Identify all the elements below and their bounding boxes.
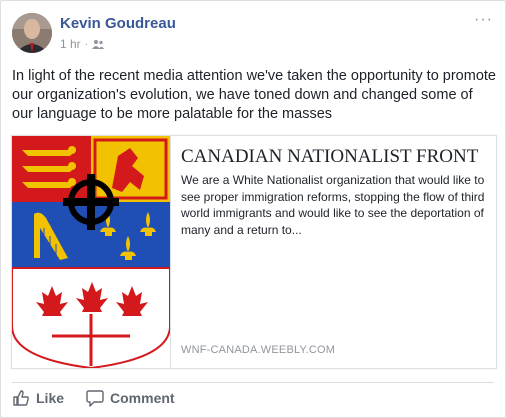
post-card: Kevin Goudreau 1 hr · ··· In light of th… <box>0 0 506 418</box>
post-actions: Like Comment <box>12 389 175 407</box>
post-text: In light of the recent media attention w… <box>12 68 496 122</box>
comment-icon <box>86 389 104 407</box>
like-button[interactable]: Like <box>12 389 64 407</box>
like-label: Like <box>36 390 65 406</box>
post-meta: 1 hr · <box>60 37 105 51</box>
author-avatar[interactable] <box>12 13 52 53</box>
comment-button[interactable]: Comment <box>86 389 175 407</box>
coat-of-arms-image[interactable] <box>12 136 171 368</box>
comment-label: Comment <box>110 390 175 406</box>
shared-link-card[interactable]: CANADIAN NATIONALIST FRONT We are a Whit… <box>11 135 497 369</box>
shared-link-body: CANADIAN NATIONALIST FRONT We are a Whit… <box>181 136 486 368</box>
thumbs-up-icon <box>12 389 30 407</box>
action-divider <box>12 382 494 383</box>
author-name[interactable]: Kevin Goudreau <box>60 15 176 32</box>
shared-link-title[interactable]: CANADIAN NATIONALIST FRONT <box>181 146 478 168</box>
shared-link-domain: WNF-CANADA.WEEBLY.COM <box>181 344 336 356</box>
friends-icon[interactable] <box>92 39 105 49</box>
meta-separator: · <box>84 38 89 50</box>
shared-link-description: We are a White Nationalist organization … <box>181 173 485 237</box>
post-timestamp[interactable]: 1 hr <box>60 37 81 51</box>
more-options-icon[interactable]: ··· <box>474 12 493 28</box>
